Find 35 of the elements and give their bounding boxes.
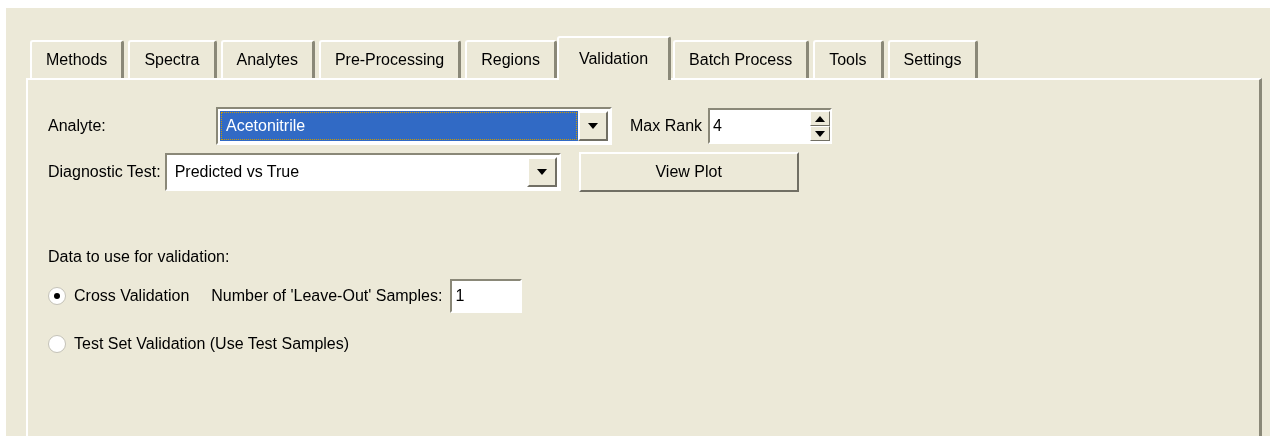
radio-button[interactable] — [48, 287, 66, 305]
dropdown-arrow-button[interactable] — [578, 111, 608, 141]
dropdown-arrow-button[interactable] — [526, 157, 557, 187]
caret-icon — [588, 123, 598, 129]
caret-icon — [536, 169, 547, 175]
dropdown-value: Predicted vs True — [173, 162, 301, 182]
dropdown[interactable]: Predicted vs True — [164, 153, 561, 191]
field-label: Number of 'Leave-Out' Samples: — [211, 287, 443, 305]
input-value: 1 — [454, 287, 466, 305]
spin-up-button[interactable] — [810, 111, 831, 126]
tab[interactable]: Settings — [887, 40, 979, 78]
spin-value: 4 — [712, 117, 723, 135]
field-label: Analyte: — [48, 117, 107, 135]
tab[interactable]: Batch Process — [673, 40, 810, 78]
down-arrow-icon — [815, 130, 826, 137]
radio-label: Cross Validation — [74, 287, 190, 305]
tab[interactable]: Spectra — [128, 40, 217, 78]
radio-button[interactable] — [48, 335, 66, 353]
tab[interactable]: Pre-Processing — [318, 40, 462, 78]
input-field[interactable]: 1 — [450, 279, 523, 313]
up-arrow-icon — [815, 115, 826, 122]
dropdown-value: Acetonitrile — [220, 111, 578, 141]
field-label: Max Rank — [630, 117, 703, 135]
section-label: Data to use for validation: — [48, 247, 231, 267]
spin-down-button[interactable] — [810, 126, 831, 141]
view-plot-button[interactable]: View Plot — [578, 152, 799, 192]
tab[interactable]: Regions — [465, 40, 557, 78]
field-label: Diagnostic Test: — [48, 163, 161, 181]
tab[interactable]: Methods — [30, 40, 125, 78]
radio-label: Test Set Validation (Use Test Samples) — [74, 335, 350, 353]
tab[interactable]: Tools — [813, 40, 884, 78]
tab[interactable]: Validation — [556, 36, 672, 80]
spin-field[interactable]: 4 — [708, 108, 833, 144]
tab[interactable]: Analytes — [220, 40, 315, 78]
dropdown[interactable]: Acetonitrile — [216, 107, 612, 145]
